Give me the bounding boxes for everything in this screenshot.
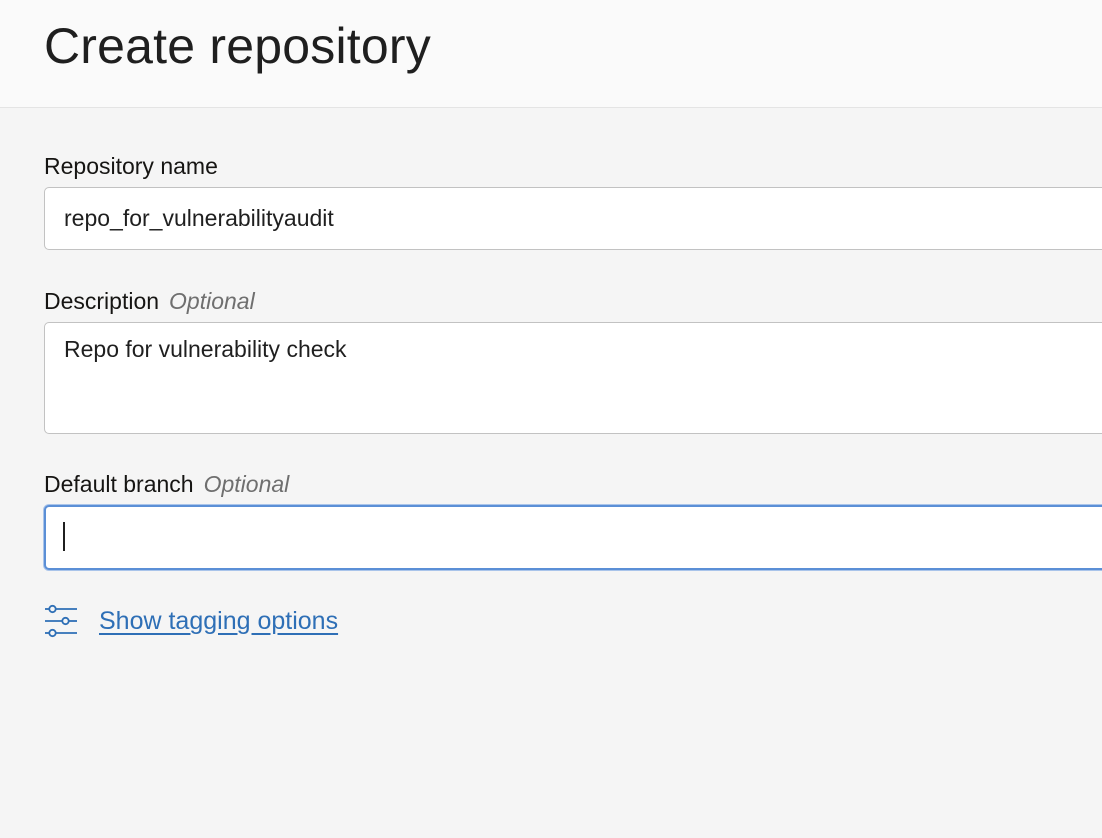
show-tagging-options-link[interactable]: Show tagging options (99, 606, 338, 636)
sliders-icon (45, 604, 77, 638)
repository-name-input[interactable] (44, 187, 1102, 250)
repository-name-label-text: Repository name (44, 153, 218, 179)
show-tagging-options-toggle[interactable]: Show tagging options (44, 604, 338, 638)
page-title: Create repository (44, 18, 431, 74)
repository-name-label: Repository name (44, 152, 218, 180)
default-branch-optional-hint: Optional (203, 471, 290, 497)
default-branch-caret-anchor (44, 505, 65, 551)
default-branch-label-text: Default branch (44, 471, 194, 497)
page-header: Create repository (0, 0, 1102, 108)
description-label-text: Description (44, 288, 160, 314)
text-caret (63, 522, 65, 551)
description-optional-hint: Optional (169, 288, 255, 314)
default-branch-label: Default branch Optional (44, 470, 289, 498)
description-textarea[interactable]: Repo for vulnerability check (44, 322, 1102, 434)
description-label: Description Optional (44, 287, 255, 315)
default-branch-input[interactable] (44, 505, 1102, 570)
